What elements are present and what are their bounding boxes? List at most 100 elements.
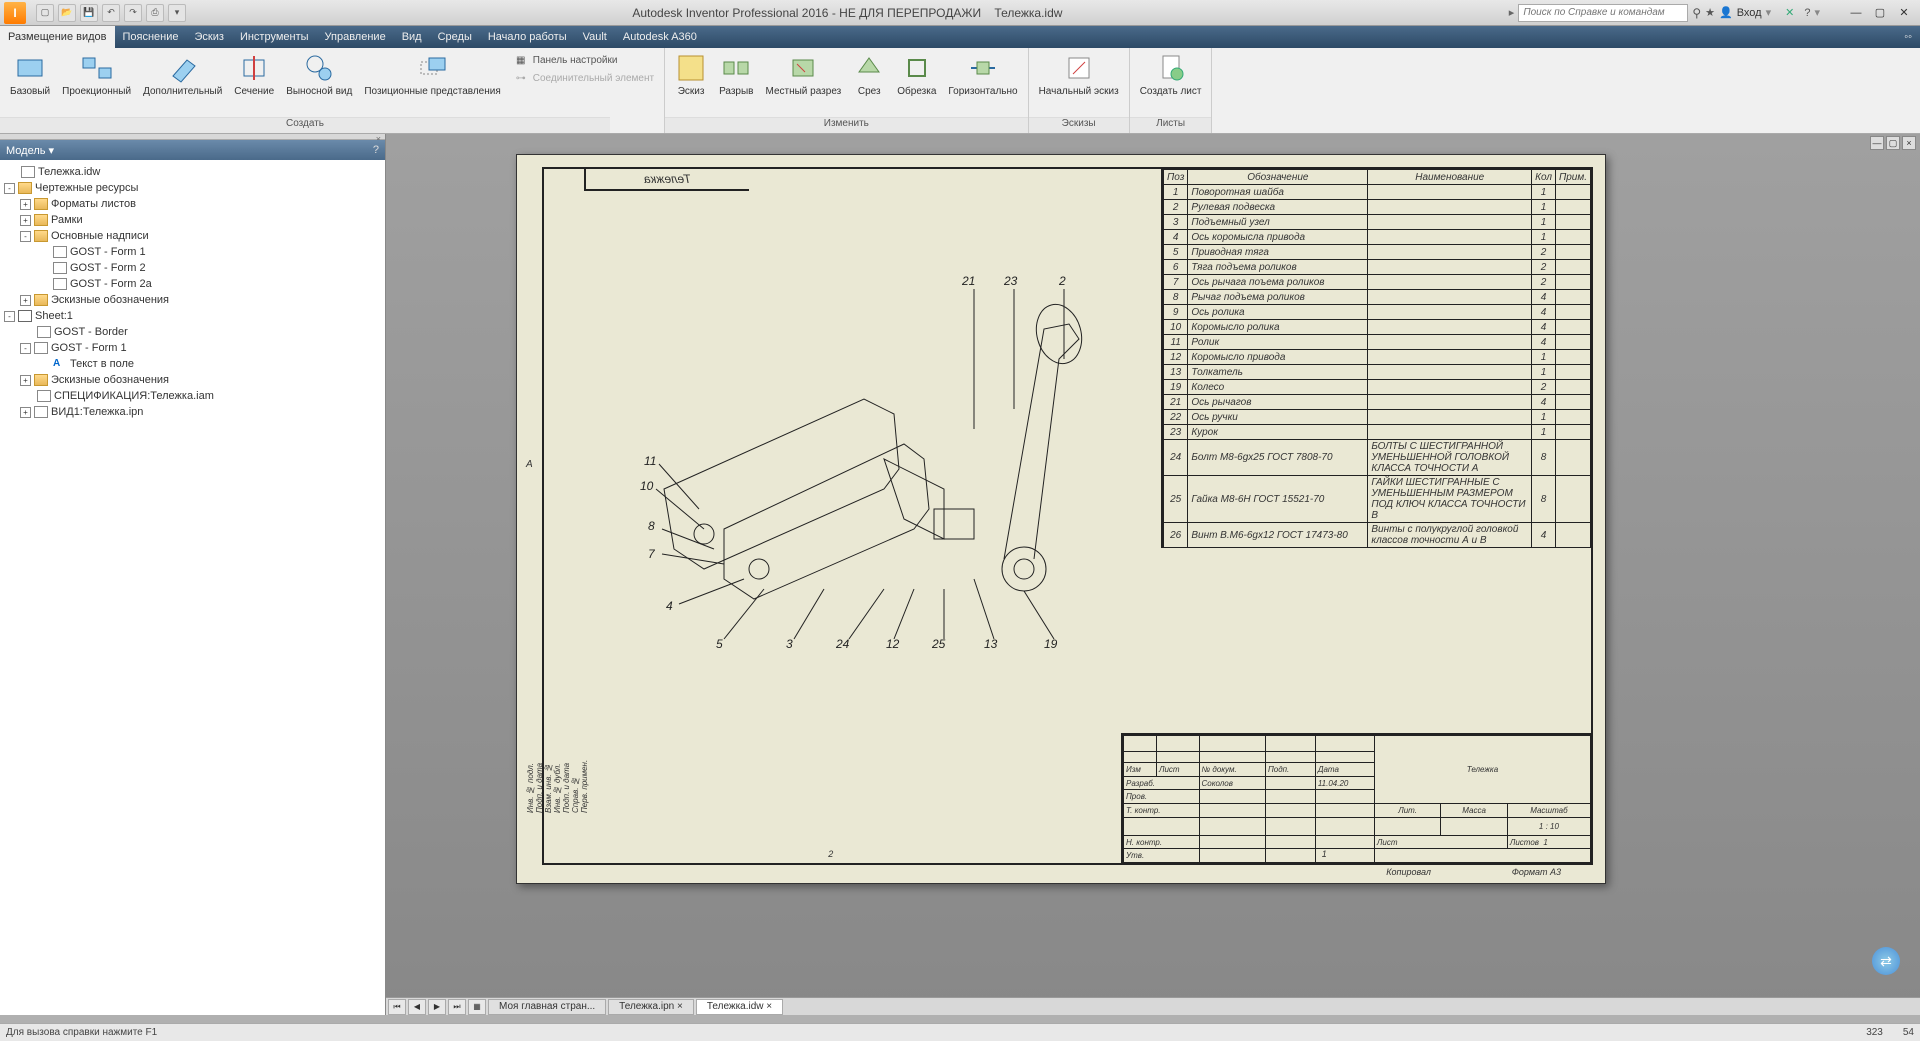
tree-toggle-icon[interactable]: - xyxy=(20,343,31,354)
doc-tab-idw[interactable]: Тележка.idw × xyxy=(696,999,783,1015)
tab-environments[interactable]: Среды xyxy=(430,26,480,48)
qat-new-icon[interactable]: ▢ xyxy=(36,4,54,22)
breakout-button[interactable]: Местный разрез xyxy=(760,50,848,99)
overlay-view-button[interactable]: Позиционные представления xyxy=(358,50,506,99)
help-icon[interactable]: ? xyxy=(1804,7,1810,19)
projected-view-button[interactable]: Проекционный xyxy=(56,50,137,99)
drawing-canvas[interactable]: — ▢ × Тележка Инв. № подл.Подп. и датаВз… xyxy=(386,134,1920,1015)
new-sheet-label: Создать лист xyxy=(1140,86,1202,97)
minimize-button[interactable]: — xyxy=(1844,4,1868,22)
cell-name: БОЛТЫ С ШЕСТИГРАННОЙ УМЕНЬШЕННОЙ ГОЛОВКО… xyxy=(1368,440,1532,476)
tree-node[interactable]: GOST - Border xyxy=(4,324,381,340)
maximize-button[interactable]: ▢ xyxy=(1868,4,1892,22)
search-icon[interactable]: ⚲ xyxy=(1692,6,1701,20)
tree-node[interactable]: СПЕЦИФИКАЦИЯ:Тележка.iam xyxy=(4,388,381,404)
tree-node[interactable]: -Основные надписи xyxy=(4,228,381,244)
qat-save-icon[interactable]: 💾 xyxy=(80,4,98,22)
tab-sketch[interactable]: Эскиз xyxy=(187,26,232,48)
tree-toggle-icon[interactable]: - xyxy=(4,183,15,194)
new-sheet-button[interactable]: Создать лист xyxy=(1134,50,1208,99)
tab-placement[interactable]: Размещение видов xyxy=(0,26,115,48)
help-search-input[interactable] xyxy=(1518,4,1688,22)
callout-2: 2 xyxy=(1059,274,1066,288)
tree-node[interactable]: -Sheet:1 xyxy=(4,308,381,324)
tree-node[interactable]: +Форматы листов xyxy=(4,196,381,212)
tree-label: GOST - Form 1 xyxy=(70,246,146,258)
crop-button[interactable]: Обрезка xyxy=(891,50,942,99)
canvas-maximize-icon[interactable]: ▢ xyxy=(1886,136,1900,150)
tab-nav-prev[interactable]: ◀ xyxy=(408,999,426,1015)
tree-node[interactable]: +ВИД1:Тележка.ipn xyxy=(4,404,381,420)
tree-toggle-icon[interactable]: + xyxy=(20,407,31,418)
tab-vault[interactable]: Vault xyxy=(575,26,615,48)
canvas-close-icon[interactable]: × xyxy=(1902,136,1916,150)
tree-node[interactable]: -GOST - Form 1 xyxy=(4,340,381,356)
group-modify-label: Изменить xyxy=(665,117,1028,133)
tree-node[interactable]: +Эскизные обозначения xyxy=(4,292,381,308)
tab-manage[interactable]: Управление xyxy=(317,26,394,48)
qat-print-icon[interactable]: ⎙ xyxy=(146,4,164,22)
sketch-button[interactable]: Эскиз xyxy=(669,50,713,99)
tree-node[interactable]: Тележка.idw xyxy=(4,164,381,180)
tab-a360[interactable]: Autodesk A360 xyxy=(615,26,705,48)
tab-nav-last[interactable]: ⏭ xyxy=(448,999,466,1015)
close-button[interactable]: ✕ xyxy=(1892,4,1916,22)
section-view-button[interactable]: Сечение xyxy=(228,50,280,99)
auxiliary-view-button[interactable]: Дополнительный xyxy=(137,50,228,99)
qat-open-icon[interactable]: 📂 xyxy=(58,4,76,22)
star-icon[interactable]: ★ xyxy=(1705,6,1715,19)
canvas-minimize-icon[interactable]: — xyxy=(1870,136,1884,150)
model-tree[interactable]: Тележка.idw-Чертежные ресурсы+Форматы ли… xyxy=(0,160,385,1015)
document-tabs-strip: ⏮ ◀ ▶ ⏭ ▦ Моя главная стран... Тележка.i… xyxy=(386,997,1920,1015)
tb-format: Формат А3 xyxy=(1512,867,1561,877)
tab-getstarted[interactable]: Начало работы xyxy=(480,26,575,48)
tree-node[interactable]: AТекст в поле xyxy=(4,356,381,372)
detail-view-button[interactable]: Выносной вид xyxy=(280,50,358,99)
tree-toggle-icon[interactable]: + xyxy=(20,215,31,226)
qat-undo-icon[interactable]: ↶ xyxy=(102,4,120,22)
model-panel-header[interactable]: Модель ▾ ? xyxy=(0,140,385,160)
tree-node[interactable]: -Чертежные ресурсы xyxy=(4,180,381,196)
panel-settings-button[interactable]: ▦ Панель настройки xyxy=(513,52,654,68)
doc-tab-ipn[interactable]: Тележка.ipn × xyxy=(608,999,694,1015)
tree-toggle-icon[interactable]: - xyxy=(4,311,15,322)
user-icon[interactable]: 👤 xyxy=(1719,6,1733,19)
tree-node[interactable]: +Эскизные обозначения xyxy=(4,372,381,388)
cell-qty: 4 xyxy=(1532,523,1556,548)
share-button[interactable]: ⇄ xyxy=(1872,947,1900,975)
tree-toggle-icon[interactable]: - xyxy=(20,231,31,242)
tab-nav-list[interactable]: ▦ xyxy=(468,999,486,1015)
tab-annotate[interactable]: Пояснение xyxy=(115,26,187,48)
tree-node[interactable]: +Рамки xyxy=(4,212,381,228)
login-label[interactable]: Вход xyxy=(1737,7,1762,19)
exchange-icon[interactable]: ✕ xyxy=(1785,6,1794,19)
tree-node[interactable]: GOST - Form 2a xyxy=(4,276,381,292)
panel-collapse-icon[interactable]: ? xyxy=(373,144,379,156)
horizontal-button[interactable]: Горизонтально xyxy=(942,50,1023,99)
tree-node[interactable]: GOST - Form 2 xyxy=(4,260,381,276)
crop-label: Обрезка xyxy=(897,86,936,97)
tab-view[interactable]: Вид xyxy=(394,26,430,48)
cell-desig: Поворотная шайба xyxy=(1188,185,1368,200)
tree-node[interactable]: GOST - Form 1 xyxy=(4,244,381,260)
qat-redo-icon[interactable]: ↷ xyxy=(124,4,142,22)
break-button[interactable]: Разрыв xyxy=(713,50,759,99)
doc-tab-home[interactable]: Моя главная стран... xyxy=(488,999,606,1015)
base-view-button[interactable]: Базовый xyxy=(4,50,56,99)
slice-button[interactable]: Срез xyxy=(847,50,891,99)
start-sketch-button[interactable]: Начальный эскиз xyxy=(1033,50,1125,99)
horizontal-label: Горизонтально xyxy=(948,86,1017,97)
tree-toggle-icon[interactable]: + xyxy=(20,295,31,306)
table-row: 19Колесо2 xyxy=(1164,380,1591,395)
tab-nav-first[interactable]: ⏮ xyxy=(388,999,406,1015)
qat-more-icon[interactable]: ▾ xyxy=(168,4,186,22)
menu-expand-icon[interactable]: ◦◦ xyxy=(1896,26,1920,48)
cell-desig: Колесо xyxy=(1188,380,1368,395)
tab-nav-next[interactable]: ▶ xyxy=(428,999,446,1015)
tab-tools[interactable]: Инструменты xyxy=(232,26,317,48)
tree-toggle-icon[interactable]: + xyxy=(20,375,31,386)
cell-note xyxy=(1555,440,1590,476)
table-row: 26Винт B.M6-6gx12 ГОСТ 17473-80Винты с п… xyxy=(1164,523,1591,548)
app-icon: I xyxy=(4,2,26,24)
tree-toggle-icon[interactable]: + xyxy=(20,199,31,210)
